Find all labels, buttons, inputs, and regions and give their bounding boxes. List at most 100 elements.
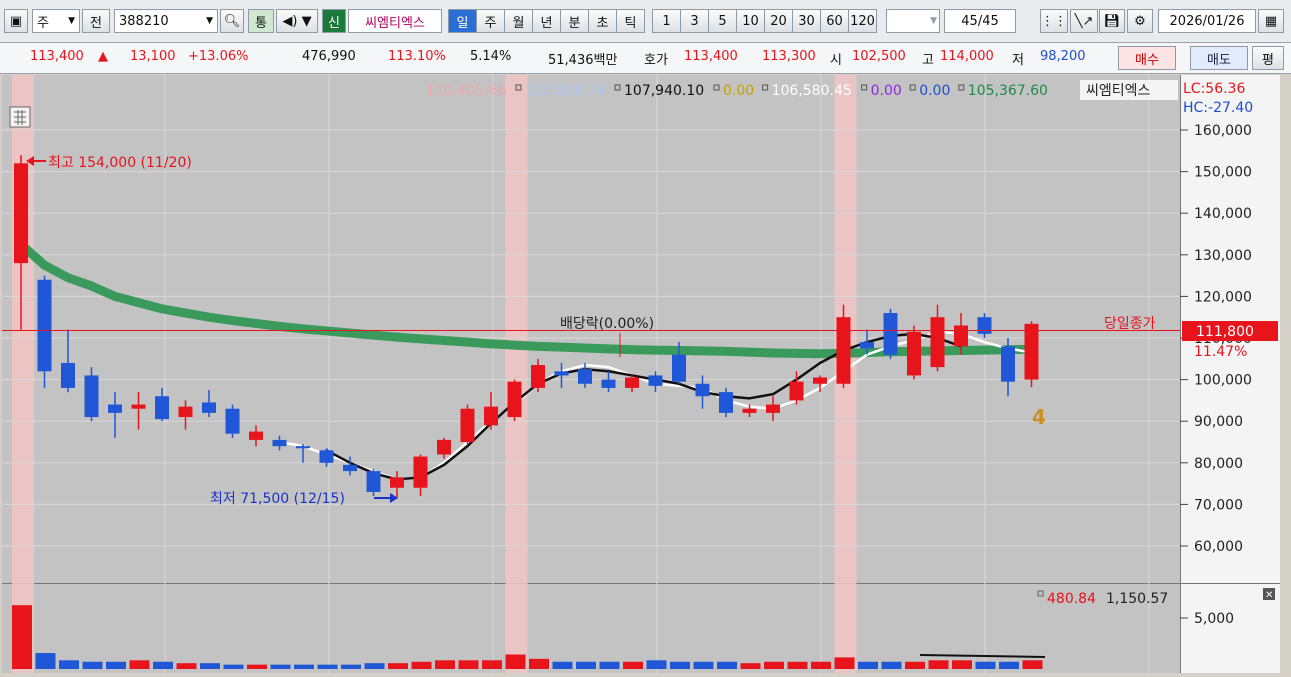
volume-bar: [999, 661, 1019, 669]
candle-body: [61, 362, 75, 388]
candle-body: [413, 456, 428, 488]
legend-ma-value: 105,367.60: [968, 83, 1048, 99]
gear-icon[interactable]: ⚙︎: [1127, 9, 1153, 33]
y-tick-label: 80,000: [1194, 456, 1243, 472]
candle-body: [460, 408, 475, 442]
candle-body: [930, 317, 945, 368]
count-total: /45: [977, 13, 999, 29]
stock-code-input[interactable]: 388210 ▼: [114, 9, 218, 33]
interval-tab-120[interactable]: 120: [848, 9, 877, 33]
candle-body: [907, 331, 921, 376]
calendar-icon[interactable]: ▦: [1258, 9, 1284, 33]
period-tab-초[interactable]: 초: [588, 9, 617, 33]
candle-body: [672, 354, 686, 382]
period-tab-년[interactable]: 년: [532, 9, 561, 33]
volume-bar: [646, 660, 667, 669]
lc-value: LC:56.36: [1183, 81, 1245, 97]
integrated-button[interactable]: 통: [248, 9, 274, 33]
y-tick-label: 140,000: [1194, 206, 1252, 222]
y-tick-label: 160,000: [1194, 123, 1252, 139]
save-icon[interactable]: 💾︎: [1099, 9, 1125, 33]
ask-price: 113,400: [684, 49, 738, 64]
period-tab-월[interactable]: 월: [504, 9, 533, 33]
volume-legend-1: 480.84: [1047, 591, 1096, 607]
candle-body: [484, 406, 498, 426]
volume-bar: [247, 664, 267, 669]
volume-bar: [270, 664, 291, 669]
volume-bar: [82, 661, 103, 669]
highlight-column: [505, 75, 528, 673]
volume-bar: [12, 605, 32, 669]
legend-ma-value: 110,405.66: [426, 83, 506, 99]
period-tab-분[interactable]: 분: [560, 9, 589, 33]
change-arrow-icon: ▲: [98, 49, 108, 64]
period-tab-주[interactable]: 주: [476, 9, 505, 33]
y-tick-label: 60,000: [1194, 539, 1243, 555]
period-tab-일[interactable]: 일: [448, 9, 477, 33]
chart-tools-icon[interactable]: ⋮⋮: [1040, 9, 1068, 33]
volume-bar: [740, 663, 761, 669]
candle-body: [742, 408, 757, 413]
candle-body: [507, 381, 522, 418]
candle-body: [37, 279, 52, 372]
legend-ma-value: 106,580.45: [772, 83, 852, 99]
candle-body: [319, 450, 334, 463]
interval-tab-60[interactable]: 60: [820, 9, 849, 33]
volume-bar: [928, 660, 949, 669]
volume-bar: [764, 661, 784, 669]
close-percent: 11.47%: [1194, 344, 1247, 360]
candle-body: [531, 365, 545, 388]
interval-tab-5[interactable]: 5: [708, 9, 737, 33]
extra-button[interactable]: 평: [1252, 46, 1284, 70]
range-select[interactable]: ▼: [886, 9, 940, 33]
date-field[interactable]: 2026/01/26: [1158, 9, 1256, 33]
stock-code-value: 388210: [119, 13, 169, 29]
count-field[interactable]: 45/45: [944, 9, 1016, 33]
interval-tab-3[interactable]: 3: [680, 9, 709, 33]
candle-body: [766, 404, 780, 413]
sell-button[interactable]: 매도: [1190, 46, 1248, 70]
marker-label: 4: [1032, 405, 1046, 429]
volume-bar: [1022, 660, 1043, 669]
candle-body: [390, 477, 404, 488]
interval-tab-20[interactable]: 20: [764, 9, 793, 33]
candle-body: [836, 317, 851, 384]
window-icon[interactable]: ▣: [4, 9, 28, 33]
candle-body: [1001, 346, 1015, 382]
y-tick-label: 130,000: [1194, 248, 1252, 264]
hc-value: HC:-27.40: [1183, 100, 1253, 116]
interval-tab-10[interactable]: 10: [736, 9, 765, 33]
candle-body: [977, 317, 992, 334]
candle-body: [249, 431, 263, 440]
volume-bar: [317, 664, 338, 669]
volume-legend-2: 1,150.57: [1106, 591, 1168, 607]
market-type-select[interactable]: 주 ▼: [32, 9, 80, 33]
volume-bar: [435, 660, 455, 669]
stock-name[interactable]: 씨엠티엑스: [348, 9, 442, 33]
volume-bar: [623, 661, 643, 669]
candle-body: [883, 313, 898, 355]
interval-tab-1[interactable]: 1: [652, 9, 681, 33]
prefix-button[interactable]: 전: [82, 9, 110, 33]
speaker-icon[interactable]: ◀︎) ▼: [276, 9, 318, 33]
volume-bar: [693, 661, 714, 669]
candle-body: [1024, 323, 1039, 380]
grid-toggle-icon[interactable]: [9, 106, 31, 128]
line-tool-icon[interactable]: ╲↗: [1070, 9, 1098, 33]
close-panel-x: ✕: [1265, 590, 1273, 601]
volume-bar: [576, 661, 596, 669]
chevron-down-icon: ▼: [930, 16, 937, 26]
price-chart[interactable]: 160,000150,000140,000130,000120,000110,0…: [0, 75, 1291, 673]
volume-bar: [106, 661, 126, 669]
period-tab-틱[interactable]: 틱: [616, 9, 645, 33]
volume-bar: [787, 661, 808, 669]
count-value: 45: [961, 13, 978, 29]
chart-area[interactable]: 160,000150,000140,000130,000120,000110,0…: [0, 75, 1291, 673]
candle-body: [554, 371, 569, 376]
search-icon[interactable]: 🔍︎: [220, 9, 244, 33]
high-annotation: 최고 154,000 (11/20): [26, 155, 192, 171]
volume-bar: [176, 663, 197, 669]
buy-button[interactable]: 매수: [1118, 46, 1176, 70]
interval-tab-30[interactable]: 30: [792, 9, 821, 33]
legend-ma-value: 0.00: [871, 83, 902, 99]
